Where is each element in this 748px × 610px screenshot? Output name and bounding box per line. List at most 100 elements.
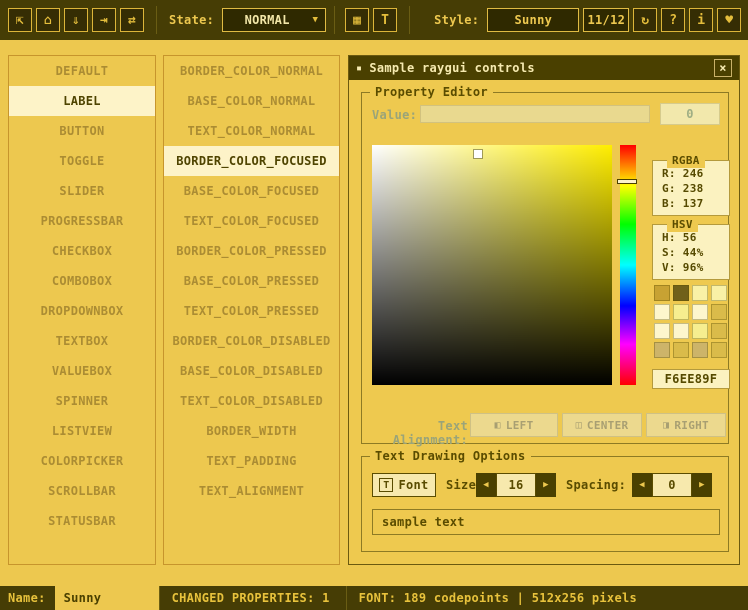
new-file-button[interactable]: ⇱ xyxy=(8,8,32,32)
export-file-icon: ⇥ xyxy=(100,13,108,28)
control-item-slider[interactable]: SLIDER xyxy=(9,176,155,206)
control-item-combobox[interactable]: COMBOBOX xyxy=(9,266,155,296)
size-increase-button[interactable]: ▶ xyxy=(536,473,556,497)
property-item[interactable]: TEXT_COLOR_PRESSED xyxy=(164,296,339,326)
property-item[interactable]: TEXT_COLOR_FOCUSED xyxy=(164,206,339,236)
control-item-colorpicker[interactable]: COLORPICKER xyxy=(9,446,155,476)
palette-swatch[interactable] xyxy=(654,342,670,358)
spacing-decrease-button[interactable]: ◀ xyxy=(632,473,652,497)
control-item-dropdownbox[interactable]: DROPDOWNBOX xyxy=(9,296,155,326)
property-item-selected[interactable]: BORDER_COLOR_FOCUSED xyxy=(164,146,339,176)
reload-style-button[interactable]: ↻ xyxy=(633,8,657,32)
info-button[interactable]: i xyxy=(689,8,713,32)
property-item[interactable]: BASE_COLOR_NORMAL xyxy=(164,86,339,116)
help-button[interactable]: ? xyxy=(661,8,685,32)
property-item[interactable]: TEXT_ALIGNMENT xyxy=(164,476,339,506)
state-dropdown[interactable]: NORMAL ▼ xyxy=(222,8,326,32)
palette-swatch[interactable] xyxy=(711,304,727,320)
export-file-button[interactable]: ⇥ xyxy=(92,8,116,32)
size-decrease-button[interactable]: ◀ xyxy=(476,473,496,497)
color-picker-panel[interactable] xyxy=(372,145,612,385)
control-item-progressbar[interactable]: PROGRESSBAR xyxy=(9,206,155,236)
window-titlebar[interactable]: ▪ Sample raygui controls × xyxy=(349,56,739,80)
control-item-statusbar[interactable]: STATUSBAR xyxy=(9,506,155,536)
hex-color-input[interactable]: F6EE89F xyxy=(652,369,730,389)
property-item[interactable]: BASE_COLOR_DISABLED xyxy=(164,356,339,386)
text-alignment-label: Text Alignment: xyxy=(372,419,468,447)
property-item[interactable]: BORDER_COLOR_NORMAL xyxy=(164,56,339,86)
align-left-button[interactable]: ◧ LEFT xyxy=(470,413,558,437)
value-box[interactable]: 0 xyxy=(660,103,720,125)
arrow-right-icon: ▶ xyxy=(543,480,549,490)
palette-swatch[interactable] xyxy=(711,323,727,339)
random-style-button[interactable]: ⇄ xyxy=(120,8,144,32)
align-right-button[interactable]: ◨ RIGHT xyxy=(646,413,726,437)
save-file-button[interactable]: ⇓ xyxy=(64,8,88,32)
control-item-spinner[interactable]: SPINNER xyxy=(9,386,155,416)
palette-swatch[interactable] xyxy=(654,304,670,320)
value-slider[interactable] xyxy=(420,105,650,123)
control-item-listview[interactable]: LISTVIEW xyxy=(9,416,155,446)
spacing-increase-button[interactable]: ▶ xyxy=(692,473,712,497)
value-label: Value: xyxy=(372,108,417,122)
text-icon: T xyxy=(381,13,389,28)
palette-swatch[interactable] xyxy=(673,304,689,320)
property-item[interactable]: TEXT_COLOR_NORMAL xyxy=(164,116,339,146)
font-button[interactable]: T Font xyxy=(372,473,436,497)
style-name-input[interactable]: Sunny xyxy=(55,586,159,610)
palette-swatch[interactable] xyxy=(673,342,689,358)
control-item-valuebox[interactable]: VALUEBOX xyxy=(9,356,155,386)
property-editor-group: Property Editor Value: 0 RGBA R: 246 G: … xyxy=(361,92,729,444)
palette-swatch[interactable] xyxy=(673,323,689,339)
control-item-toggle[interactable]: TOGGLE xyxy=(9,146,155,176)
window-icon: ▪ xyxy=(356,63,362,74)
property-editor-title: Property Editor xyxy=(370,85,493,99)
palette-swatch[interactable] xyxy=(692,304,708,320)
hue-bar[interactable] xyxy=(620,145,636,385)
sample-text-input[interactable]: sample text xyxy=(372,509,720,535)
hue-cursor[interactable] xyxy=(617,179,637,184)
size-value: 16 xyxy=(508,478,523,492)
property-item[interactable]: TEXT_PADDING xyxy=(164,446,339,476)
property-item[interactable]: BORDER_COLOR_DISABLED xyxy=(164,326,339,356)
spacing-value: 0 xyxy=(668,478,676,492)
control-item-scrollbar[interactable]: SCROLLBAR xyxy=(9,476,155,506)
property-item[interactable]: BORDER_WIDTH xyxy=(164,416,339,446)
style-index-button[interactable]: 11/12 xyxy=(583,8,629,32)
palette-swatch[interactable] xyxy=(654,285,670,301)
rgba-green-value: G: 238 xyxy=(662,181,729,196)
spacing-value-box[interactable]: 0 xyxy=(652,473,692,497)
controls-list: DEFAULT LABEL BUTTON TOGGLE SLIDER PROGR… xyxy=(8,55,156,565)
palette-swatch[interactable] xyxy=(692,323,708,339)
palette-swatch[interactable] xyxy=(673,285,689,301)
new-file-icon: ⇱ xyxy=(16,13,24,28)
control-item-default[interactable]: DEFAULT xyxy=(9,56,155,86)
toolbar-divider xyxy=(409,6,410,34)
control-item-label[interactable]: LABEL xyxy=(9,86,155,116)
control-item-button[interactable]: BUTTON xyxy=(9,116,155,146)
load-file-button[interactable]: ⌂ xyxy=(36,8,60,32)
close-button[interactable]: × xyxy=(714,59,732,77)
palette-swatch[interactable] xyxy=(692,342,708,358)
style-selector[interactable]: Sunny xyxy=(487,8,579,32)
style-table-button[interactable]: ▦ xyxy=(345,8,369,32)
align-right-label: RIGHT xyxy=(674,419,709,432)
font-tool-button[interactable]: T xyxy=(373,8,397,32)
sponsor-button[interactable]: ♥ xyxy=(717,8,741,32)
property-item[interactable]: BASE_COLOR_FOCUSED xyxy=(164,176,339,206)
align-center-button[interactable]: ◫ CENTER xyxy=(562,413,642,437)
property-item[interactable]: BORDER_COLOR_PRESSED xyxy=(164,236,339,266)
palette-swatch[interactable] xyxy=(654,323,670,339)
control-item-checkbox[interactable]: CHECKBOX xyxy=(9,236,155,266)
statusbar-divider xyxy=(159,586,160,610)
palette-swatch[interactable] xyxy=(692,285,708,301)
property-item[interactable]: BASE_COLOR_PRESSED xyxy=(164,266,339,296)
control-item-textbox[interactable]: TEXTBOX xyxy=(9,326,155,356)
property-item[interactable]: TEXT_COLOR_DISABLED xyxy=(164,386,339,416)
color-picker-cursor[interactable] xyxy=(474,150,482,158)
palette-swatch[interactable] xyxy=(711,342,727,358)
size-value-box[interactable]: 16 xyxy=(496,473,536,497)
hsv-saturation-value: S: 44% xyxy=(662,245,729,260)
palette-swatch[interactable] xyxy=(711,285,727,301)
font-button-label: Font xyxy=(398,478,428,492)
